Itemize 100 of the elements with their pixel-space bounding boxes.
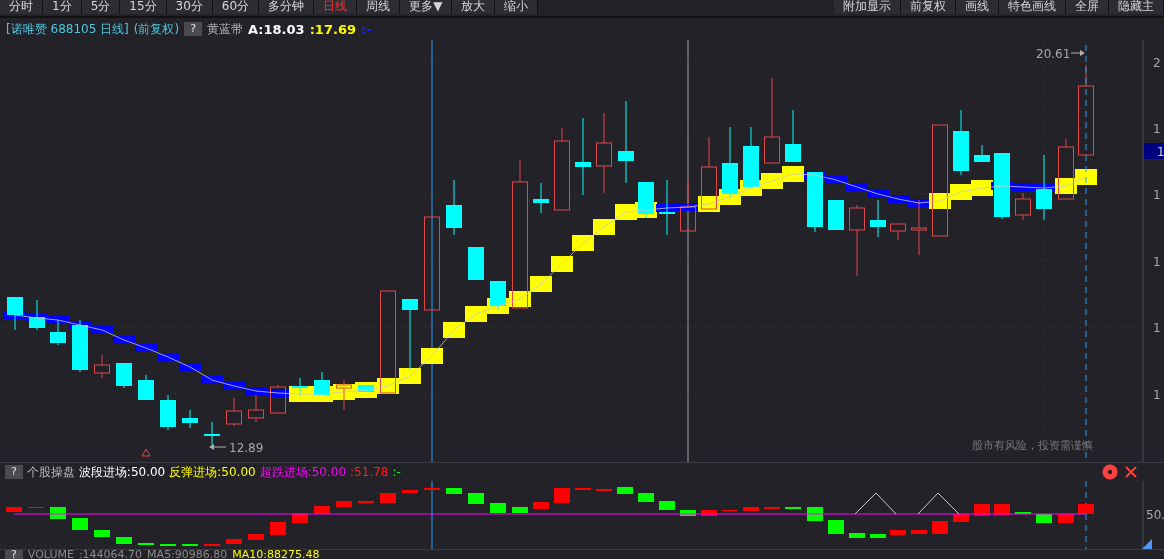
band-block: [421, 348, 443, 364]
indicator-bar: [380, 493, 396, 503]
candlestick: [116, 362, 132, 389]
band-block: [530, 276, 552, 292]
indicator-bar: [870, 534, 886, 538]
candlestick: [533, 182, 549, 214]
price-tag-label: 1: [1157, 145, 1164, 159]
candlestick: [29, 299, 45, 331]
indicator-bar: [1078, 504, 1094, 514]
indicator-bar: [292, 513, 308, 523]
indicator-bar: [468, 493, 484, 504]
toolbar-button[interactable]: 全屏: [1066, 0, 1109, 14]
axis-label: 1: [1153, 255, 1161, 269]
indicator-bar: [1058, 514, 1074, 523]
indicator-bar: [828, 520, 844, 534]
toolbar-tab[interactable]: 15分: [120, 0, 167, 14]
indicator-bar: [638, 493, 654, 502]
indicator-bar: [680, 510, 696, 516]
indicator-value: 波段进场:50.00: [78, 463, 166, 481]
candlestick: [659, 179, 675, 236]
band-block: [572, 235, 594, 251]
indicator-bar: [138, 543, 154, 545]
toolbar-tab[interactable]: 缩小: [495, 0, 539, 14]
candlestick: [785, 109, 801, 163]
candlestick: [270, 384, 286, 414]
axis-label: 50.: [1146, 508, 1164, 522]
toolbar-button[interactable]: 前复权: [901, 0, 956, 14]
zigzag-line: [854, 492, 897, 515]
toolbar-button[interactable]: 隐藏主: [1109, 0, 1164, 14]
toolbar-tab[interactable]: 多分钟: [259, 0, 315, 14]
candlestick: [911, 199, 927, 256]
candlestick: [182, 409, 198, 429]
band-block: [551, 256, 573, 272]
indicator-bar: [722, 510, 738, 511]
axis-label: 1: [1153, 321, 1161, 335]
axis-label: 2: [1153, 56, 1161, 70]
indicator-bar: [226, 539, 242, 544]
settings-icon[interactable]: [1102, 464, 1118, 480]
indicator-bar: [953, 514, 969, 522]
close-icon[interactable]: [1124, 465, 1138, 479]
indicator-bar: [204, 544, 220, 546]
indicator-bar: [446, 488, 462, 494]
indicator-bar: [490, 503, 506, 513]
corner-triangle-icon: [1142, 539, 1152, 549]
indicator-bar: [182, 544, 198, 546]
candlestick: [828, 199, 844, 231]
indicator-bar: [617, 487, 633, 494]
toolbar-tab[interactable]: 更多▼: [400, 0, 453, 14]
volume-value: :144064.70: [78, 550, 143, 559]
axis-label: 1: [1153, 122, 1161, 136]
help-button[interactable]: ?: [5, 465, 23, 479]
candlestick: [446, 179, 462, 236]
candlestick: [468, 246, 484, 281]
indicator-bar: [596, 489, 612, 491]
indicator-bar: [533, 502, 549, 509]
candlestick: [160, 394, 176, 431]
dashed-cursor-line: [1085, 481, 1087, 549]
arrow-icon: [1070, 50, 1085, 56]
toolbar-button[interactable]: 附加显示: [834, 0, 901, 14]
indicator-value: 反弹进场:50.00: [169, 463, 256, 481]
candlestick: [138, 374, 154, 401]
toolbar-tab[interactable]: 日线: [314, 0, 358, 14]
candlestick: [890, 223, 906, 241]
indicator-bar: [994, 504, 1010, 515]
toolbar-tab[interactable]: 5分: [81, 0, 121, 14]
toolbar-tab[interactable]: 分时: [0, 0, 43, 14]
indicator-bar: [28, 507, 44, 508]
candlestick: [490, 280, 506, 311]
indicator-bar: [1036, 514, 1052, 523]
volume-value: MA10:88275.48: [232, 550, 320, 559]
volume-value: VOLUME: [27, 550, 74, 559]
indicator-bar: [849, 533, 865, 538]
indicator-bar: [890, 530, 906, 535]
help-button[interactable]: ?: [5, 550, 23, 559]
candlestick: [292, 377, 308, 397]
indicator-bar: [270, 522, 286, 535]
indicator-bar: [701, 510, 717, 516]
candlestick: [870, 199, 886, 238]
zigzag-line: [917, 492, 960, 515]
toolbar-button[interactable]: 画线: [956, 0, 999, 14]
toolbar-tab[interactable]: 周线: [357, 0, 401, 14]
indicator-value: :51.78: [350, 465, 389, 479]
candlestick: [72, 319, 88, 373]
indicator-value: :17.69: [309, 21, 356, 37]
indicator-bar: [424, 488, 440, 490]
toolbar-tab[interactable]: 1分: [43, 0, 82, 14]
indicator-name: 个股操盘: [26, 463, 75, 481]
indicator-bar: [785, 507, 801, 509]
band-block: [782, 166, 804, 182]
toolbar-tab[interactable]: 放大: [452, 0, 496, 14]
indicator-bar: [116, 537, 132, 544]
candlestick: [358, 384, 374, 393]
indicator-bar: [512, 507, 528, 513]
indicator-bar: [160, 544, 176, 546]
help-button[interactable]: ?: [184, 22, 203, 36]
candlestick: [94, 354, 110, 379]
indicator-bar: [72, 518, 88, 530]
toolbar-tab[interactable]: 30分: [166, 0, 213, 14]
toolbar-tab[interactable]: 60分: [212, 0, 260, 14]
toolbar-button[interactable]: 特色画线: [999, 0, 1066, 14]
